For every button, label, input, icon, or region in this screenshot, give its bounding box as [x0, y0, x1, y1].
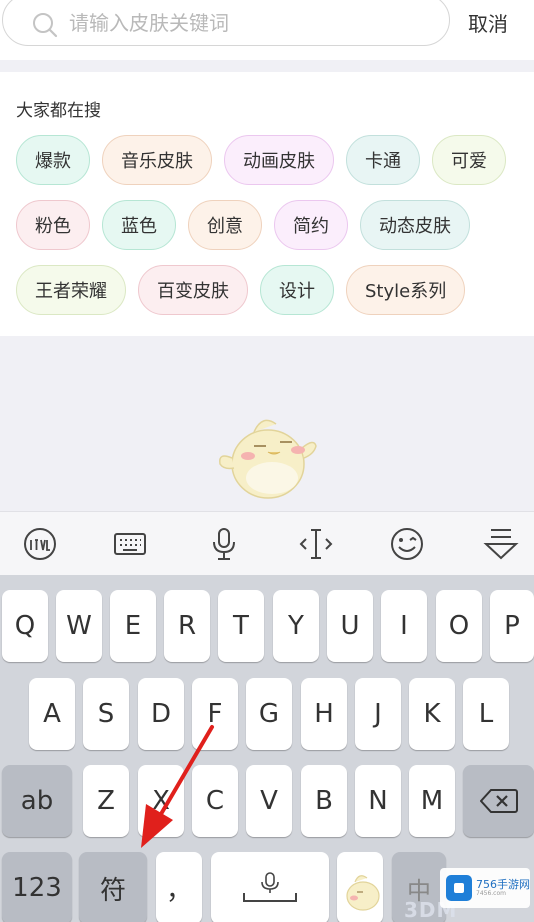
tag-row: 粉色 蓝色 创意 简约 动态皮肤 — [16, 200, 470, 250]
tag-row: 爆款 音乐皮肤 动画皮肤 卡通 可爱 — [16, 135, 506, 185]
key-b[interactable]: B — [301, 765, 347, 837]
search-bar: 取消 — [0, 0, 534, 60]
key-o[interactable]: O — [436, 590, 482, 662]
tag-honor-of-kings[interactable]: 王者荣耀 — [16, 265, 126, 315]
key-a[interactable]: A — [29, 678, 75, 750]
key-d[interactable]: D — [138, 678, 184, 750]
key-z[interactable]: Z — [83, 765, 129, 837]
tag-cartoon[interactable]: 卡通 — [346, 135, 420, 185]
tag-pink[interactable]: 粉色 — [16, 200, 90, 250]
search-input[interactable] — [69, 7, 429, 39]
watermark-domain: 7456.com — [476, 889, 506, 897]
cancel-button[interactable]: 取消 — [468, 8, 508, 38]
tag-style-series[interactable]: Style系列 — [346, 265, 466, 315]
watermark-756: 756手游网 7456.com — [440, 868, 530, 908]
key-j[interactable]: J — [355, 678, 401, 750]
backspace-key[interactable] — [463, 765, 534, 837]
space-key[interactable] — [211, 852, 329, 922]
key-m[interactable]: M — [409, 765, 455, 837]
key-n[interactable]: N — [355, 765, 401, 837]
tag-creative[interactable]: 创意 — [188, 200, 262, 250]
iflytek-logo-icon[interactable] — [22, 526, 58, 562]
tag-design[interactable]: 设计 — [260, 265, 334, 315]
key-y[interactable]: Y — [273, 590, 319, 662]
tag-baokuan[interactable]: 爆款 — [16, 135, 90, 185]
key-p[interactable]: P — [490, 590, 534, 662]
key-s[interactable]: S — [83, 678, 129, 750]
search-icon — [33, 13, 58, 38]
watermark-text: 756手游网 7456.com — [476, 877, 530, 898]
keyboard-toolbar — [0, 511, 534, 575]
backspace-icon — [479, 789, 518, 813]
tag-row: 王者荣耀 百变皮肤 设计 Style系列 — [16, 265, 466, 315]
key-e[interactable]: E — [110, 590, 156, 662]
key-c[interactable]: C — [192, 765, 238, 837]
watermark-logo-icon — [446, 875, 472, 901]
key-k[interactable]: K — [409, 678, 455, 750]
tag-music-skin[interactable]: 音乐皮肤 — [102, 135, 212, 185]
key-123[interactable]: 123 — [2, 852, 72, 922]
tag-simple[interactable]: 简约 — [274, 200, 348, 250]
hide-keyboard-icon[interactable] — [483, 526, 519, 562]
key-q[interactable]: Q — [2, 590, 48, 662]
tag-blue[interactable]: 蓝色 — [102, 200, 176, 250]
key-v[interactable]: V — [246, 765, 292, 837]
tag-anime-skin[interactable]: 动画皮肤 — [224, 135, 334, 185]
tag-varied-skin[interactable]: 百变皮肤 — [138, 265, 248, 315]
search-box[interactable] — [2, 0, 450, 46]
key-period[interactable] — [337, 852, 383, 922]
key-t[interactable]: T — [218, 590, 264, 662]
key-ab-shift[interactable]: ab — [2, 765, 72, 837]
hot-search-title: 大家都在搜 — [16, 101, 101, 121]
tag-cute[interactable]: 可爱 — [432, 135, 506, 185]
space-voice-icon — [243, 872, 297, 902]
key-g[interactable]: G — [246, 678, 292, 750]
key-comma[interactable]: ， — [156, 852, 202, 922]
cursor-move-icon[interactable] — [298, 526, 334, 562]
tag-dynamic-skin[interactable]: 动态皮肤 — [360, 200, 470, 250]
key-i[interactable]: I — [381, 590, 427, 662]
mascot-sticker-icon — [346, 875, 380, 911]
key-h[interactable]: H — [301, 678, 347, 750]
key-r[interactable]: R — [164, 590, 210, 662]
key-symbols[interactable]: 符 — [79, 852, 147, 922]
key-f[interactable]: F — [192, 678, 238, 750]
mascot-illustration — [219, 419, 317, 499]
key-x[interactable]: X — [138, 765, 184, 837]
watermark-brand: 756手游网 — [476, 877, 530, 891]
hot-search-panel: 大家都在搜 爆款 音乐皮肤 动画皮肤 卡通 可爱 粉色 蓝色 创意 简约 动态皮… — [0, 72, 534, 336]
keyboard-icon[interactable] — [112, 526, 148, 562]
microphone-icon[interactable] — [206, 526, 242, 562]
key-l[interactable]: L — [463, 678, 509, 750]
emoji-icon[interactable] — [389, 526, 425, 562]
key-w[interactable]: W — [56, 590, 102, 662]
key-u[interactable]: U — [327, 590, 373, 662]
